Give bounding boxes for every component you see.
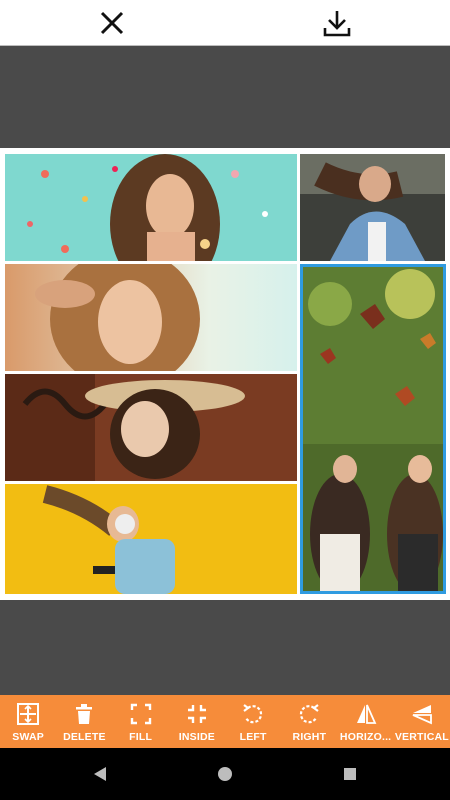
nav-recents-button[interactable] bbox=[340, 764, 360, 784]
cell-left-2[interactable] bbox=[5, 264, 297, 371]
download-button[interactable] bbox=[320, 6, 354, 40]
system-nav-bar bbox=[0, 748, 450, 800]
rotate-right-label: RIGHT bbox=[292, 731, 327, 743]
close-button[interactable] bbox=[95, 6, 129, 40]
rotate-right-icon bbox=[300, 704, 320, 724]
cell-left-4[interactable] bbox=[5, 484, 297, 594]
cell-right-top[interactable] bbox=[300, 154, 445, 261]
top-bar bbox=[0, 0, 450, 46]
rotate-right-button[interactable]: RIGHT bbox=[281, 695, 337, 748]
photo-headphones-woman bbox=[5, 484, 297, 594]
swap-icon bbox=[17, 703, 40, 725]
photo-confetti-woman bbox=[5, 154, 297, 261]
inside-button[interactable]: INSIDE bbox=[169, 695, 225, 748]
collage-frame bbox=[0, 148, 450, 600]
download-icon bbox=[323, 11, 351, 37]
inside-label: INSIDE bbox=[178, 731, 215, 743]
edit-toolbar: SWAP DELETE FILL INSIDE LEFT RIGHT HORIZ… bbox=[0, 695, 450, 748]
rotate-left-label: LEFT bbox=[239, 731, 267, 743]
home-circle-icon bbox=[218, 767, 232, 781]
photo-autumn-leaves-friends bbox=[300, 264, 446, 594]
delete-button[interactable]: DELETE bbox=[56, 695, 112, 748]
flip-horizontal-button[interactable]: HORIZO... bbox=[338, 695, 394, 748]
rotate-left-button[interactable]: LEFT bbox=[225, 695, 281, 748]
delete-label: DELETE bbox=[63, 731, 106, 743]
recents-square-icon bbox=[344, 768, 356, 780]
back-triangle-icon bbox=[94, 767, 106, 781]
inside-icon bbox=[187, 705, 206, 723]
fill-label: FILL bbox=[129, 731, 153, 743]
flip-horizontal-icon bbox=[356, 704, 377, 724]
rotate-left-icon bbox=[243, 704, 263, 724]
close-icon bbox=[100, 11, 124, 35]
flip-vertical-icon bbox=[412, 705, 432, 725]
cell-right-bottom[interactable] bbox=[300, 264, 446, 594]
photo-hat-woman bbox=[5, 374, 297, 481]
nav-home-button[interactable] bbox=[215, 764, 235, 784]
flip-horizontal-label: HORIZO... bbox=[339, 731, 392, 743]
cell-left-3[interactable] bbox=[5, 374, 297, 481]
photo-denim-jacket-woman bbox=[300, 154, 445, 261]
cell-left-1[interactable] bbox=[5, 154, 297, 261]
nav-back-button[interactable] bbox=[90, 764, 110, 784]
flip-vertical-label: VERTICAL bbox=[394, 731, 449, 743]
fill-button[interactable]: FILL bbox=[113, 695, 169, 748]
swap-button[interactable]: SWAP bbox=[0, 695, 56, 748]
fill-icon bbox=[130, 703, 151, 725]
flip-vertical-button[interactable]: VERTICAL bbox=[394, 695, 450, 748]
photo-sun-woman bbox=[5, 264, 297, 371]
swap-label: SWAP bbox=[12, 731, 44, 743]
trash-icon bbox=[76, 704, 93, 724]
